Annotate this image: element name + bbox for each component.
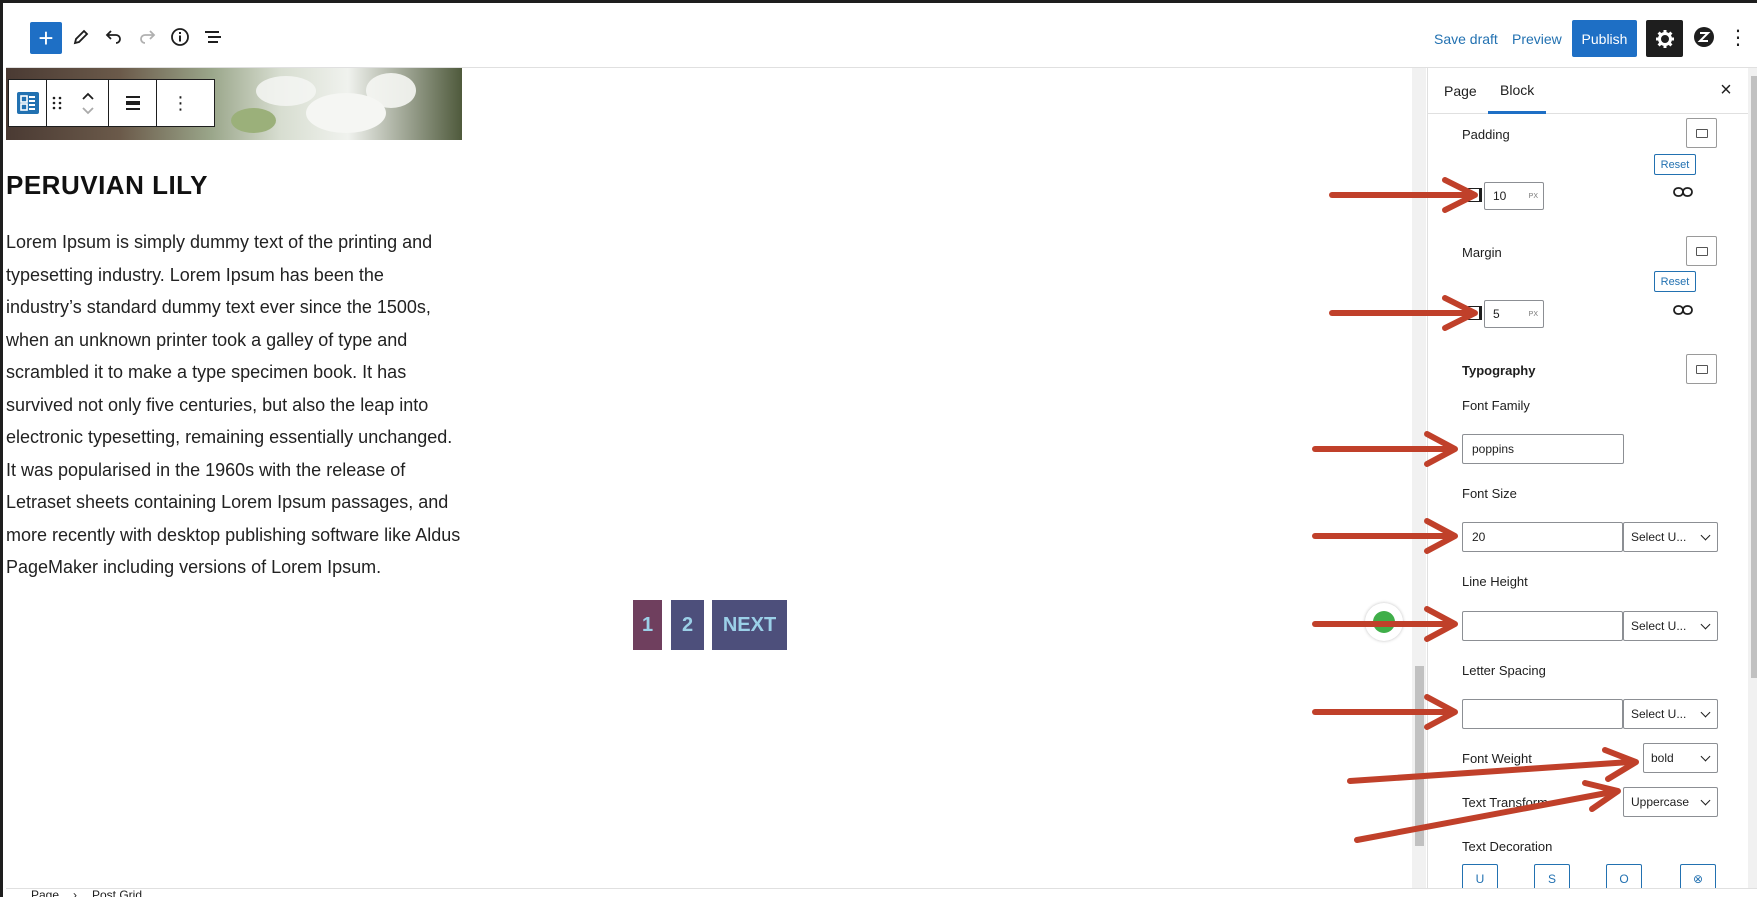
chevron-down-icon [1700,795,1711,806]
margin-side-icon [1468,306,1482,320]
padding-label: Padding [1462,127,1510,142]
settings-sidebar: Page Block × Padding Reset 10 PX Margin R… [1427,68,1757,894]
undo-icon[interactable] [97,20,131,54]
line-height-label: Line Height [1462,574,1528,589]
desktop-icon [1695,246,1708,256]
move-up-down-icon[interactable] [67,80,109,126]
font-size-unit-select[interactable]: Select U... [1623,522,1718,552]
text-decoration-label: Text Decoration [1462,839,1553,854]
font-weight-select[interactable]: bold [1643,743,1718,773]
editor-canvas: ⋮ PERUVIAN LILY Lorem Ipsum is simply du… [6,68,1412,888]
sidebar-tabs: Page Block × [1428,68,1748,114]
settings-gear-button[interactable] [1646,20,1683,57]
breadcrumb-page[interactable]: Page [31,889,59,897]
block-more-options-icon[interactable]: ⋮ [157,80,204,126]
edit-pencil-icon[interactable] [64,20,98,54]
pagination-next[interactable]: NEXT [712,600,787,650]
line-height-input[interactable] [1462,611,1623,641]
drag-handle-icon[interactable] [47,80,67,126]
grammar-assistant-icon[interactable] [1365,603,1403,641]
font-size-label: Font Size [1462,486,1517,501]
list-view-icon[interactable] [196,20,230,54]
plugin-z-icon[interactable] [1689,20,1719,54]
desktop-icon [1695,128,1708,138]
font-family-input[interactable]: poppins [1462,434,1624,464]
chevron-down-icon [1700,751,1711,762]
typography-device-toggle[interactable] [1686,354,1717,384]
sidebar-scrollbar[interactable] [1748,68,1757,888]
post-title: PERUVIAN LILY [6,170,209,200]
pagination-page-1[interactable]: 1 [633,600,662,650]
chevron-down-icon [1700,619,1711,630]
align-icon[interactable] [109,80,157,126]
details-info-icon[interactable] [163,20,197,54]
block-toolbar: ⋮ [8,79,215,127]
gear-icon [1655,29,1674,48]
publish-button[interactable]: Publish [1572,20,1637,57]
font-weight-label: Font Weight [1462,751,1532,766]
line-height-unit-select[interactable]: Select U... [1623,611,1718,641]
font-size-input[interactable]: 20 [1462,522,1623,552]
padding-input[interactable]: 10 PX [1484,182,1544,210]
text-transform-select[interactable]: Uppercase [1623,787,1718,817]
typography-heading: Typography [1462,363,1536,378]
chevron-down-icon [1700,530,1711,541]
save-draft-link[interactable]: Save draft [1434,22,1498,56]
redo-icon[interactable] [130,20,164,54]
pagination-page-2[interactable]: 2 [671,600,704,650]
padding-device-toggle[interactable] [1686,118,1717,148]
canvas-scrollbar[interactable] [1412,68,1426,888]
breadcrumb-separator: › [73,888,77,897]
editor-top-toolbar: + Save draft Preview Publish ⋮ [6,6,1757,68]
tab-block[interactable]: Block [1488,68,1547,114]
margin-device-toggle[interactable] [1686,236,1717,266]
preview-link[interactable]: Preview [1512,22,1562,56]
text-transform-label: Text Transform [1462,795,1548,810]
font-family-label: Font Family [1462,398,1530,413]
letter-spacing-label: Letter Spacing [1462,663,1546,678]
add-block-button[interactable]: + [30,22,62,54]
tab-page[interactable]: Page [1444,68,1477,114]
margin-reset-button[interactable]: Reset [1654,271,1696,292]
padding-side-icon [1468,188,1482,202]
margin-label: Margin [1462,245,1502,260]
margin-input[interactable]: 5 PX [1484,300,1544,328]
desktop-icon [1695,364,1708,374]
more-options-icon[interactable]: ⋮ [1726,20,1750,54]
breadcrumb-post-grid[interactable]: Post Grid [92,889,142,897]
block-breadcrumb: Page › Post Grid [6,888,1757,897]
close-icon[interactable]: × [1714,78,1738,102]
post-excerpt: Lorem Ipsum is simply dummy text of the … [6,232,461,577]
chevron-down-icon [1700,707,1711,718]
letter-spacing-unit-select[interactable]: Select U... [1623,699,1718,729]
padding-reset-button[interactable]: Reset [1654,154,1696,175]
link-sides-icon[interactable] [1673,185,1693,204]
post-grid-block-icon[interactable] [9,80,47,126]
letter-spacing-input[interactable] [1462,699,1623,729]
editor-frame: + Save draft Preview Publish ⋮ ⋮ PERUVIA… [0,0,1757,897]
link-sides-icon[interactable] [1673,303,1693,322]
